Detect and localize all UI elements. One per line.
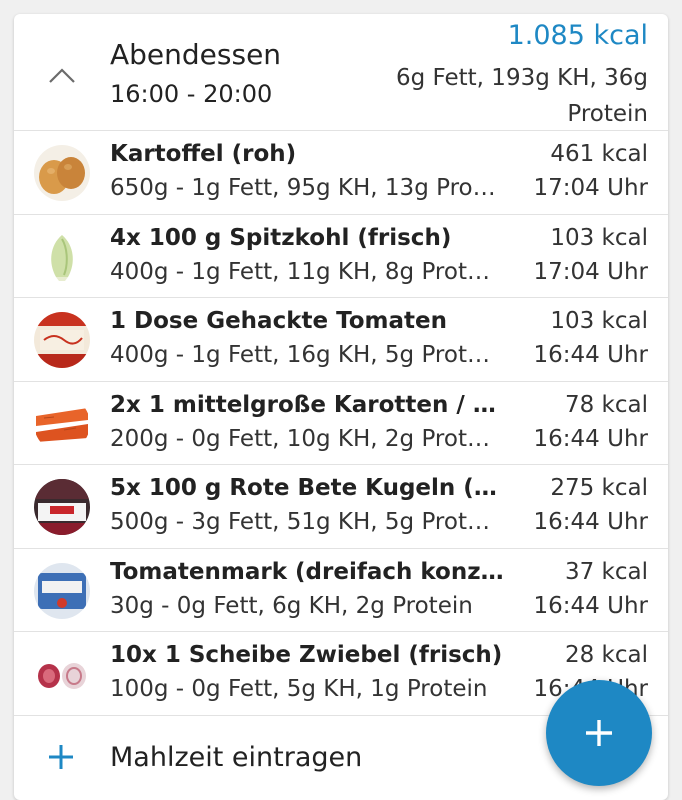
meal-macros: 6g Fett, 193g KH, 36g Protein (395, 65, 648, 127)
food-item-detail: 100g - 0g Fett, 5g KH, 1g Protein (110, 676, 488, 702)
onion-icon (34, 646, 90, 702)
meal-time-range: 16:00 - 20:00 (110, 80, 273, 108)
food-item-kcal: 103 kcal (550, 224, 648, 251)
food-item-detail: 500g - 3g Fett, 51g KH, 5g Protein (110, 509, 502, 535)
tomato-can-icon (34, 312, 90, 368)
food-item-time: 16:44 Uhr (533, 509, 648, 535)
food-item-time: 16:44 Uhr (533, 592, 648, 619)
food-item-detail: 400g - 1g Fett, 16g KH, 5g Protein (110, 342, 502, 368)
plus-icon (586, 720, 612, 746)
meal-header[interactable]: Abendessen 16:00 - 20:00 1.085 kcal 6g F… (14, 14, 668, 131)
food-item-kcal: 37 kcal (564, 558, 648, 585)
food-item-row[interactable]: 4x 100 g Spitzkohl (frisch) 400g - 1g Fe… (14, 215, 668, 298)
food-item-time: 17:04 Uhr (533, 258, 648, 285)
meal-title: Abendessen (110, 38, 282, 71)
food-item-name: 4x 100 g Spitzkohl (frisch) (110, 224, 452, 251)
add-fab-button[interactable] (546, 680, 652, 786)
food-item-detail: 200g - 0g Fett, 10g KH, 2g Protein (110, 425, 502, 452)
food-item-row[interactable]: Kartoffel (roh) 650g - 1g Fett, 95g KH, … (14, 131, 668, 215)
food-item-name: 10x 1 Scheibe Zwiebel (frisch) (110, 642, 503, 668)
food-item-kcal: 275 kcal (550, 475, 648, 501)
potato-icon (34, 145, 90, 201)
food-item-name: 1 Dose Gehackte Tomaten (110, 308, 447, 334)
food-item-detail: 650g - 1g Fett, 95g KH, 13g Protein (110, 175, 502, 201)
food-item-row[interactable]: 1 Dose Gehackte Tomaten 400g - 1g Fett, … (14, 298, 668, 382)
food-item-time: 16:44 Uhr (533, 425, 648, 452)
food-item-kcal: 78 kcal (564, 391, 648, 418)
food-item-kcal: 28 kcal (564, 642, 648, 668)
carrot-icon (34, 395, 90, 452)
food-item-kcal: 103 kcal (550, 308, 648, 334)
food-item-name: 5x 100 g Rote Bete Kugeln (abgetropft) (110, 475, 510, 501)
beetroot-jar-icon (34, 479, 90, 535)
meal-card: Abendessen 16:00 - 20:00 1.085 kcal 6g F… (14, 14, 668, 800)
tomato-paste-icon (34, 562, 90, 619)
collapse-button[interactable] (44, 58, 80, 94)
chevron-up-icon (49, 68, 75, 83)
food-item-name: 2x 1 mittelgroße Karotten / Möhren (110, 391, 510, 418)
food-item-name: Tomatenmark (dreifach konzentriert) (110, 558, 510, 585)
food-item-time: 16:44 Uhr (533, 342, 648, 368)
food-item-detail: 400g - 1g Fett, 11g KH, 8g Protein (110, 258, 502, 285)
food-item-time: 17:04 Uhr (533, 175, 648, 201)
food-item-name: Kartoffel (roh) (110, 141, 297, 167)
food-item-detail: 30g - 0g Fett, 6g KH, 2g Protein (110, 592, 473, 619)
cabbage-icon (34, 228, 90, 285)
food-item-row[interactable]: 5x 100 g Rote Bete Kugeln (abgetropft) 5… (14, 465, 668, 549)
food-item-kcal: 461 kcal (550, 141, 648, 167)
add-meal-entry-label: Mahlzeit eintragen (110, 741, 363, 773)
food-item-row[interactable]: 2x 1 mittelgroße Karotten / Möhren 200g … (14, 382, 668, 465)
plus-icon (49, 744, 73, 769)
meal-total-kcal: 1.085 kcal (507, 20, 648, 51)
food-item-row[interactable]: Tomatenmark (dreifach konzentriert) 30g … (14, 549, 668, 632)
